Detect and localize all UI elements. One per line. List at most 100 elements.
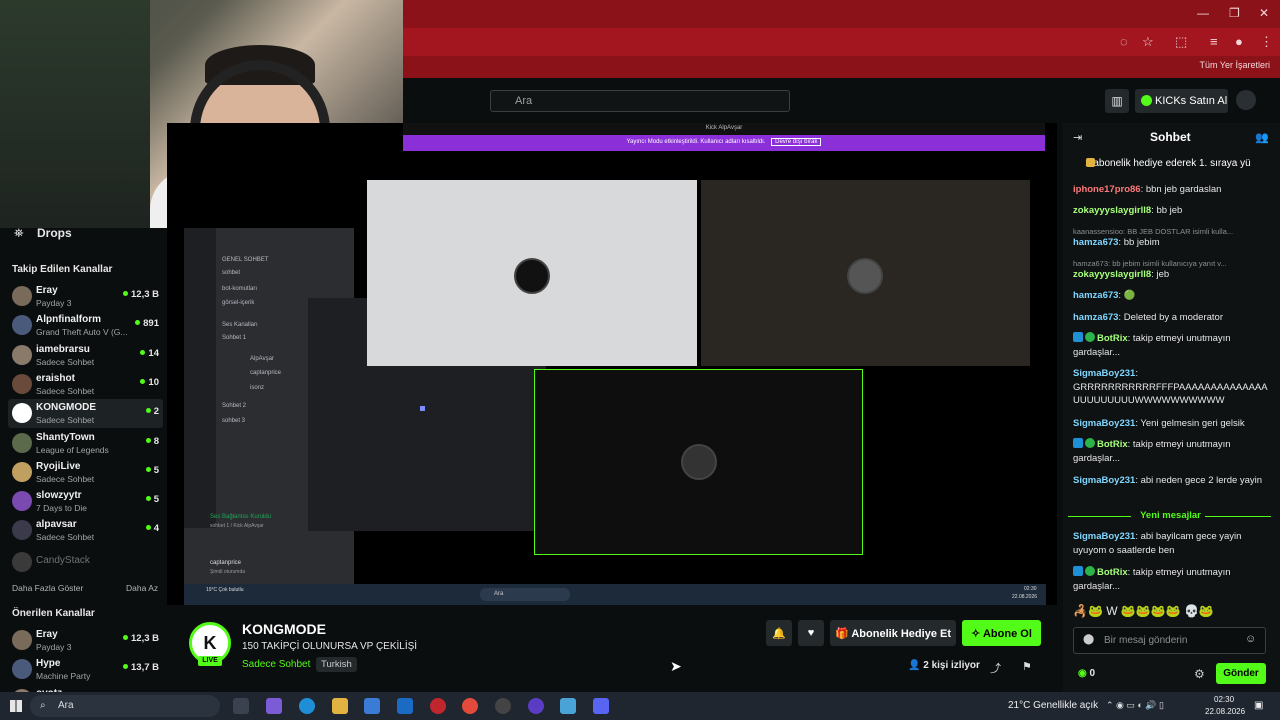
drops-icon: ⛯ (14, 226, 24, 240)
send-button[interactable]: Gönder (1216, 663, 1266, 684)
chat-message[interactable]: hamza673: 🟢 (1073, 289, 1269, 303)
eye-off-icon[interactable]: ◌ (1120, 34, 1128, 49)
chrome-icon[interactable] (462, 698, 478, 714)
chat-username[interactable]: SigmaBoy231 (1073, 531, 1135, 542)
channel-row[interactable]: RyojiLive Sadece Sohbet 5 (8, 458, 163, 487)
menu-icon[interactable]: ⋮ (1260, 34, 1273, 50)
offline-channel[interactable]: CandyStack (8, 548, 163, 577)
app-icon[interactable] (430, 698, 446, 714)
collapse-chat-icon[interactable]: ⇥ (1073, 131, 1082, 144)
chat-message[interactable]: SigmaBoy231: abi bayilcam gece yayin uyu… (1073, 530, 1269, 557)
outlook-icon[interactable] (397, 698, 413, 714)
task-view-icon[interactable] (233, 698, 249, 714)
show-less-link[interactable]: Daha Az (126, 583, 158, 593)
store-icon[interactable] (364, 698, 380, 714)
search-input[interactable]: Ara (490, 90, 790, 112)
channel-category: Sadece Sohbet (36, 385, 95, 396)
subscribe-button[interactable]: ✧ Abone Ol (962, 620, 1041, 646)
restore-icon[interactable]: ❐ (1229, 6, 1240, 20)
favorite-heart-button[interactable]: ♥ (798, 620, 824, 646)
language-tag[interactable]: Turkish (316, 657, 357, 672)
obs-icon[interactable] (495, 698, 511, 714)
channel-name: eraishot (36, 372, 75, 384)
chat-message[interactable]: hamza673: bb jebim (1073, 236, 1269, 250)
drops-link[interactable]: Drops (37, 226, 72, 240)
loading-dot (420, 406, 425, 411)
pinned-gift-banner[interactable]: 1 abonelik hediye ederek 1. sıraya yü (1063, 154, 1280, 174)
chat-username[interactable]: hamza673 (1073, 312, 1118, 323)
share-icon[interactable]: ⤴ (990, 660, 1001, 676)
edge-icon[interactable] (299, 698, 315, 714)
participant-tile-speaking (534, 369, 863, 555)
system-tray-icons[interactable]: ⌃ ◉ ▭ ◐ 🔊 ▯ (1106, 700, 1164, 711)
chat-message[interactable]: hamza673: Deleted by a moderator (1073, 311, 1269, 325)
chat-text: abi neden gece 2 lerde yayin (1140, 475, 1263, 486)
chat-username[interactable]: hamza673 (1073, 290, 1118, 301)
extensions-icon[interactable]: ⬚ (1175, 34, 1187, 50)
channel-row[interactable]: ShantyTown League of Legends 8 (8, 429, 163, 458)
chat-users-icon[interactable]: 👥 (1255, 131, 1269, 144)
os-search-input[interactable]: Ara (30, 695, 220, 717)
chat-username[interactable]: BotRix (1097, 333, 1128, 344)
app-icon[interactable] (560, 698, 576, 714)
channel-row[interactable]: Eray Payday 3 12,3 B (8, 626, 163, 655)
media-icon[interactable]: ≡ (1210, 34, 1218, 49)
weather-widget[interactable]: 21°C Genellikle açık (1008, 700, 1098, 711)
chat-username[interactable]: hamza673 (1073, 237, 1118, 248)
user-avatar[interactable] (1236, 90, 1256, 110)
report-icon[interactable]: ⚑ (1022, 660, 1032, 673)
show-more-link[interactable]: Daha Fazla Göster (12, 583, 83, 593)
channel-row[interactable]: slowzyytr 7 Days to Die 5 (8, 487, 163, 516)
all-bookmarks-link[interactable]: Tüm Yer İşaretleri (1199, 60, 1270, 70)
file-explorer-icon[interactable] (332, 698, 348, 714)
channel-row[interactable]: KONGMODE Sadece Sohbet 2 (8, 399, 163, 429)
notification-bell-button[interactable]: 🔔 (766, 620, 792, 646)
channel-row[interactable]: Hype Machine Party 13,7 B (8, 655, 163, 684)
emoji-icon[interactable]: ☺ (1245, 633, 1256, 645)
gift-sub-button[interactable]: 🎁 Abonelik Hediye Et (830, 620, 956, 646)
clock-time[interactable]: 02:30 (1214, 695, 1234, 704)
minimize-icon[interactable]: — (1197, 6, 1209, 20)
chat-username[interactable]: SigmaBoy231 (1073, 368, 1135, 379)
layout-toggle-button[interactable]: ▥ (1105, 89, 1129, 113)
star-icon[interactable]: ☆ (1142, 34, 1154, 50)
chat-message[interactable]: iphone17pro86: bbn jeb gardaslan (1073, 183, 1269, 197)
channel-row[interactable]: alpavsar Sadece Sohbet 4 (8, 516, 163, 545)
chat-username[interactable]: iphone17pro86 (1073, 184, 1141, 195)
copilot-icon[interactable] (266, 698, 282, 714)
channel-row[interactable]: Eray Payday 3 12,3 B (8, 282, 163, 311)
chat-username[interactable]: BotRix (1097, 567, 1128, 578)
chat-message[interactable]: BotRix: takip etmeyi unutmayın gardaşlar… (1073, 438, 1269, 465)
discord-icon[interactable] (593, 698, 609, 714)
channel-row[interactable]: iamebrarsu Sadece Sohbet 14 (8, 341, 163, 370)
chat-username[interactable]: SigmaBoy231 (1073, 475, 1135, 486)
app-icon[interactable] (528, 698, 544, 714)
verified-badge-icon (1085, 332, 1095, 342)
chat-message[interactable]: BotRix: takip etmeyi unutmayın gardaşlar… (1073, 332, 1269, 359)
clock-date[interactable]: 22.08.2026 (1205, 707, 1245, 716)
chat-message[interactable]: zokayyyslaygirll8: bb jeb (1073, 204, 1269, 218)
chat-username[interactable]: zokayyyslaygirll8 (1073, 269, 1151, 280)
chat-message[interactable]: zokayyyslaygirll8: jeb (1073, 268, 1269, 282)
chat-message[interactable]: SigmaBoy231: Yeni gelmesin geri gelsik (1073, 417, 1269, 431)
chat-message[interactable]: SigmaBoy231: GRRRRRRRRRRRFFFPAAAAAAAAAAA… (1073, 367, 1269, 408)
profile-icon[interactable]: ● (1235, 34, 1243, 49)
windows-start-icon[interactable] (10, 700, 22, 712)
channel-row[interactable]: Alpnfinalform Grand Theft Auto V (G... 891 (8, 311, 163, 340)
new-messages-divider[interactable]: Yeni mesajlar (1068, 510, 1273, 521)
category-link[interactable]: Sadece Sohbet (242, 659, 310, 670)
discord-user-status: Şimdi oturumda (210, 569, 246, 575)
chat-message[interactable]: SigmaBoy231: abi neden gece 2 lerde yayi… (1073, 474, 1269, 488)
chat-username[interactable]: SigmaBoy231 (1073, 418, 1135, 429)
chat-message[interactable]: BotRix: takip etmeyi unutmayın gardaşlar… (1073, 566, 1269, 593)
notification-icon[interactable]: ▣ (1254, 700, 1263, 711)
chat-input[interactable]: Bir mesaj gönderin (1073, 627, 1266, 654)
chat-username[interactable]: BotRix (1097, 439, 1128, 450)
channel-row[interactable]: eraishot Sadece Sohbet 10 (8, 370, 163, 399)
channel-name[interactable]: KONGMODE (242, 621, 326, 637)
settings-icon[interactable]: ⚙ (1194, 667, 1205, 681)
close-icon[interactable]: ✕ (1259, 6, 1269, 20)
chat-username[interactable]: zokayyyslaygirll8 (1073, 205, 1151, 216)
participant-avatar (514, 258, 550, 294)
emote-bar[interactable]: 🦂🐸 W 🐸🐸🐸🐸 💀🐸 (1073, 604, 1269, 620)
